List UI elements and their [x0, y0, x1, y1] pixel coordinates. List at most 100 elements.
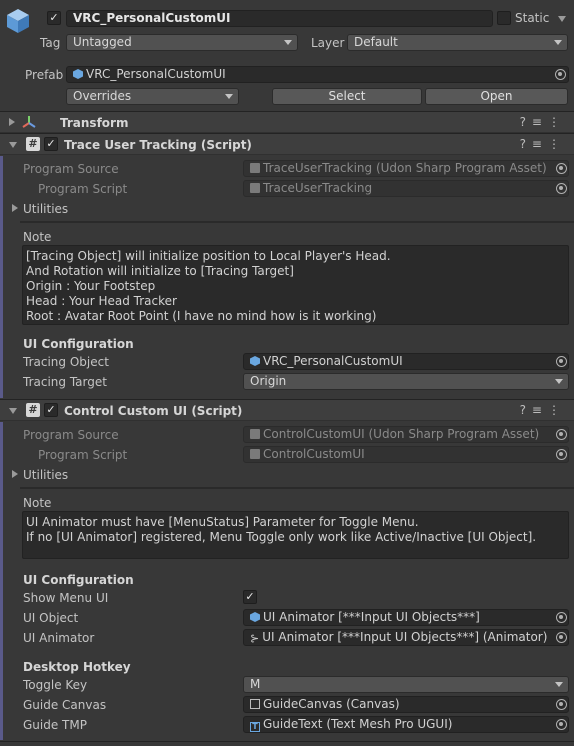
- canvas-icon: [250, 699, 260, 709]
- control-component-header[interactable]: # ✓ Control Custom UI (Script) ?≡⋮: [0, 399, 574, 421]
- trace-enabled-checkbox[interactable]: ✓: [44, 137, 58, 151]
- show-menu-checkbox[interactable]: ✓: [243, 590, 257, 604]
- component-accent: [0, 422, 3, 740]
- ui-config-heading: UI Configuration: [23, 573, 134, 587]
- utilities-fold-icon[interactable]: [12, 204, 18, 212]
- section-divider: [20, 221, 574, 223]
- object-picker-icon: [556, 163, 567, 174]
- fold-arrow-icon[interactable]: [9, 142, 17, 148]
- static-checkbox[interactable]: [497, 11, 511, 25]
- tracing-target-value: Origin: [250, 374, 287, 388]
- object-picker-icon: [556, 183, 567, 194]
- tag-value: Untagged: [73, 35, 132, 49]
- bottom-separator: [0, 741, 574, 742]
- guide-tmp-field[interactable]: T GuideText (Text Mesh Pro UGUI): [243, 716, 569, 733]
- program-script-value: ControlCustomUI: [263, 447, 365, 461]
- overrides-dropdown[interactable]: Overrides: [66, 88, 239, 105]
- component-header-icons[interactable]: ?≡⋮: [520, 137, 566, 151]
- select-button[interactable]: Select: [272, 88, 422, 105]
- toggle-key-dropdown[interactable]: M: [243, 676, 569, 693]
- tracing-object-field[interactable]: VRC_PersonalCustomUI: [243, 353, 569, 370]
- object-picker-icon[interactable]: [556, 612, 567, 623]
- utilities-label[interactable]: Utilities: [23, 202, 68, 216]
- prefab-value: VRC_PersonalCustomUI: [86, 67, 226, 81]
- toggle-key-value: M: [250, 677, 261, 691]
- transform-title: Transform: [60, 116, 129, 130]
- note-label: Note: [23, 230, 52, 244]
- component-header-icons[interactable]: ?≡⋮: [520, 115, 566, 129]
- object-picker-icon: [556, 449, 567, 460]
- textmeshpro-icon: T: [250, 722, 260, 732]
- program-source-value: ControlCustomUI (Udon Sharp Program Asse…: [263, 427, 540, 441]
- script-icon: #: [26, 403, 40, 417]
- guide-tmp-value: GuideText (Text Mesh Pro UGUI): [263, 717, 453, 731]
- udon-asset-icon: [250, 163, 260, 173]
- fold-arrow-icon[interactable]: [9, 118, 15, 126]
- object-name-field[interactable]: VRC_PersonalCustomUI: [66, 10, 493, 27]
- show-menu-label: Show Menu UI: [23, 591, 109, 605]
- program-source-label: Program Source: [23, 428, 119, 442]
- guide-canvas-field[interactable]: GuideCanvas (Canvas): [243, 696, 569, 713]
- script-icon: #: [26, 137, 40, 151]
- ui-animator-value: UI Animator [***Input UI Objects***] (An…: [262, 630, 548, 644]
- prefab-icon: [250, 356, 260, 366]
- fold-arrow-icon[interactable]: [9, 408, 17, 414]
- utilities-fold-icon[interactable]: [12, 470, 18, 478]
- chevron-down-icon: [554, 40, 562, 45]
- control-enabled-checkbox[interactable]: ✓: [44, 403, 58, 417]
- chevron-down-icon: [284, 40, 292, 45]
- object-picker-icon[interactable]: [556, 719, 567, 730]
- ui-animator-label: UI Animator: [23, 631, 95, 645]
- script-file-icon: [250, 183, 260, 193]
- transform-icon: [22, 116, 36, 128]
- program-source-field: ControlCustomUI (Udon Sharp Program Asse…: [243, 426, 569, 443]
- trace-component-header[interactable]: # ✓ Trace User Tracking (Script) ?≡⋮: [0, 133, 574, 155]
- layer-label: Layer: [311, 36, 345, 50]
- desktop-hotkey-heading: Desktop Hotkey: [23, 660, 131, 674]
- prefab-field[interactable]: VRC_PersonalCustomUI: [66, 66, 569, 83]
- tracing-target-label: Tracing Target: [23, 375, 107, 389]
- chevron-down-icon: [555, 379, 563, 384]
- guide-canvas-value: GuideCanvas (Canvas): [263, 697, 400, 711]
- layer-value: Default: [354, 35, 398, 49]
- program-script-value: TraceUserTracking: [263, 181, 373, 195]
- program-source-field: TraceUserTracking (Udon Sharp Program As…: [243, 160, 569, 177]
- trace-note-box: [Tracing Object] will initialize positio…: [22, 245, 569, 325]
- active-checkbox[interactable]: ✓: [47, 11, 61, 25]
- object-picker-icon[interactable]: [556, 632, 567, 643]
- script-file-icon: [250, 449, 260, 459]
- note-label: Note: [23, 496, 52, 510]
- object-picker-icon[interactable]: [555, 69, 566, 80]
- guide-tmp-label: Guide TMP: [23, 718, 87, 732]
- ui-config-heading: UI Configuration: [23, 337, 134, 351]
- program-source-label: Program Source: [23, 162, 119, 176]
- prefab-icon: [73, 69, 83, 79]
- toggle-key-label: Toggle Key: [23, 678, 88, 692]
- program-script-label: Program Script: [38, 448, 128, 462]
- ui-object-field[interactable]: UI Animator [***Input UI Objects***]: [243, 609, 569, 626]
- tracing-object-label: Tracing Object: [23, 355, 109, 369]
- object-picker-icon: [556, 429, 567, 440]
- control-title: Control Custom UI (Script): [64, 404, 243, 418]
- object-picker-icon[interactable]: [556, 356, 567, 367]
- object-picker-icon[interactable]: [556, 699, 567, 710]
- static-label: Static: [515, 11, 550, 25]
- component-header-icons[interactable]: ?≡⋮: [520, 403, 566, 417]
- udon-asset-icon: [250, 429, 260, 439]
- program-script-label: Program Script: [38, 182, 128, 196]
- section-divider: [20, 487, 574, 489]
- transform-component-header[interactable]: Transform ?≡⋮: [0, 111, 574, 133]
- gameobject-cube-icon: [7, 9, 29, 33]
- program-script-field: ControlCustomUI: [243, 446, 569, 463]
- component-accent: [0, 156, 3, 398]
- open-button[interactable]: Open: [425, 88, 568, 105]
- tracing-object-value: VRC_PersonalCustomUI: [263, 354, 403, 368]
- static-dropdown-arrow[interactable]: [558, 16, 566, 22]
- tag-dropdown[interactable]: Untagged: [66, 34, 298, 51]
- layer-dropdown[interactable]: Default: [347, 34, 568, 51]
- tracing-target-dropdown[interactable]: Origin: [243, 373, 569, 390]
- ui-object-label: UI Object: [23, 611, 79, 625]
- ui-animator-field[interactable]: ⊱ UI Animator [***Input UI Objects***] (A…: [243, 629, 569, 646]
- tag-label: Tag: [40, 36, 61, 50]
- utilities-label[interactable]: Utilities: [23, 468, 68, 482]
